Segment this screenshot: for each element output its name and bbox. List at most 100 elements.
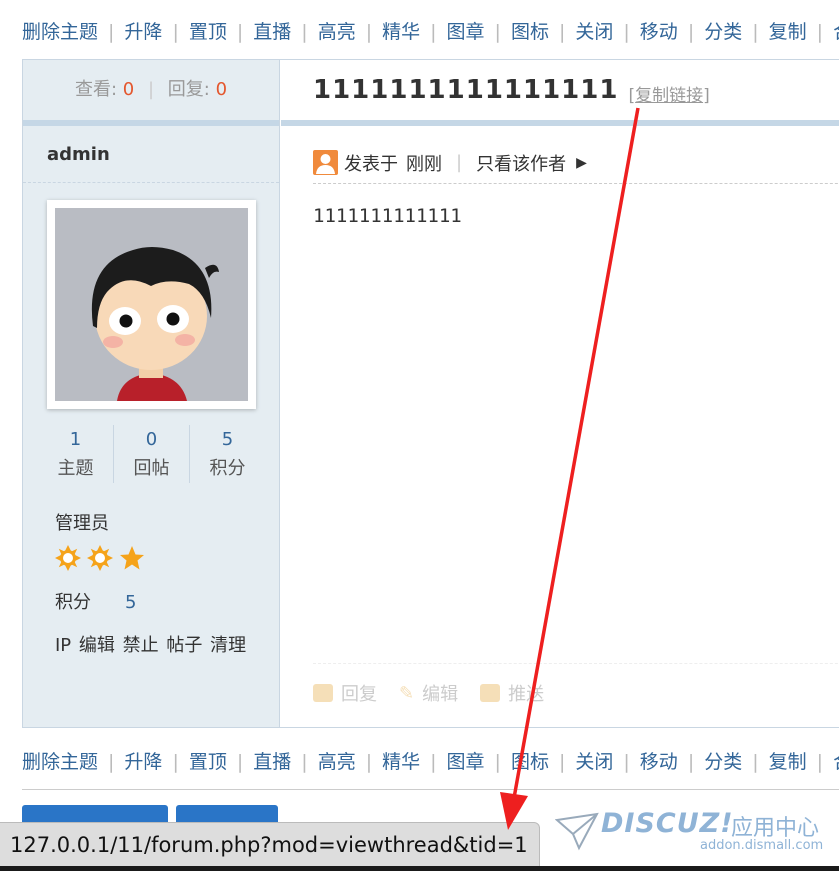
triangle-right-icon: ▶ (576, 154, 587, 171)
count-value: 1 (69, 429, 82, 450)
toolbar-separator: | (301, 751, 308, 773)
pencil-icon: ✎ (399, 682, 415, 704)
post-body: 1111111111111 (313, 205, 462, 227)
sun-icon (87, 545, 113, 571)
push-button[interactable]: 推送 (480, 680, 544, 706)
thread-header: 1111111111111111 [复制链接] (281, 60, 839, 120)
toolbar-bottom-action-5[interactable]: 精华 (382, 751, 420, 773)
toolbar-top-action-1[interactable]: 升降 (124, 21, 162, 43)
toolbar-top-action-10[interactable]: 分类 (704, 21, 742, 43)
credit-label: 积分 (55, 592, 91, 613)
user-icon (313, 150, 338, 175)
toolbar-top-action-12[interactable]: 合并 (833, 21, 839, 43)
avatar-image (55, 208, 248, 401)
toolbar-bottom-action-2[interactable]: 置顶 (189, 751, 227, 773)
count-label: 回帖 (133, 458, 170, 479)
toolbar-bottom-action-4[interactable]: 高亮 (318, 751, 356, 773)
toolbar-top-action-9[interactable]: 移动 (640, 21, 678, 43)
toolbar-bottom-action-1[interactable]: 升降 (124, 751, 162, 773)
toolbar-separator: | (752, 21, 759, 43)
toolbar-bottom-action-6[interactable]: 图章 (447, 751, 485, 773)
toolbar-separator: | (494, 21, 501, 43)
toolbar-bottom-action-0[interactable]: 删除主题 (22, 751, 98, 773)
toolbar-top-action-6[interactable]: 图章 (447, 21, 485, 43)
count-threads[interactable]: 1 主题 (38, 425, 114, 483)
admin-links: IP 编辑 禁止 帖子 清理 (55, 631, 246, 657)
author-name[interactable]: admin (23, 126, 279, 183)
toolbar-bottom-action-3[interactable]: 直播 (253, 751, 291, 773)
count-label: 主题 (57, 458, 94, 479)
toolbar-separator: | (236, 21, 244, 43)
toolbar-separator: | (172, 751, 179, 773)
thread-stats: 查看: 0 | 回复: 0 (23, 60, 279, 120)
admin-link-ban[interactable]: 禁止 (123, 635, 159, 656)
toolbar-separator: | (558, 751, 566, 773)
rank-stars (55, 545, 145, 571)
edit-button[interactable]: ✎ 编辑 (399, 680, 458, 706)
toolbar-separator: | (623, 21, 630, 43)
footer-divider (22, 789, 839, 790)
toolbar-bottom-action-9[interactable]: 移动 (640, 751, 678, 773)
posted-time: 刚刚 (406, 153, 442, 175)
toolbar-separator: | (687, 21, 695, 43)
toolbar-separator: | (301, 21, 308, 43)
copy-link-wrapper: [复制链接] (628, 81, 709, 106)
moderation-toolbar-top: 删除主题 | 升降 | 置顶 | 直播 | 高亮 | 精华 | 图章 | 图标 | 关闭 | 移动 | 分类 | 复制 | 合并 (22, 17, 839, 44)
toolbar-bottom-action-7[interactable]: 图标 (511, 751, 549, 773)
reply-button[interactable]: 回复 (313, 680, 377, 706)
author-counts: 1 主题 0 回帖 5 积分 (38, 425, 265, 483)
toolbar-separator: | (108, 21, 115, 43)
count-credits[interactable]: 5 积分 (190, 425, 265, 483)
thread-title: 1111111111111111 (313, 75, 619, 105)
count-replies[interactable]: 0 回帖 (114, 425, 190, 483)
count-value: 5 (221, 429, 234, 450)
avatar[interactable] (47, 200, 256, 409)
admin-link-ip[interactable]: IP (55, 635, 71, 656)
toolbar-separator: | (752, 751, 759, 773)
toolbar-separator: | (430, 751, 437, 773)
toolbar-bottom-action-8[interactable]: 关闭 (575, 751, 613, 773)
replies-label: 回复: (167, 79, 210, 100)
user-group[interactable]: 管理员 (55, 509, 109, 535)
admin-link-posts[interactable]: 帖子 (166, 635, 202, 656)
count-value: 0 (145, 429, 158, 450)
toolbar-top-action-11[interactable]: 复制 (769, 21, 807, 43)
watermark-url: addon.dismall.com (700, 838, 824, 853)
toolbar-separator: | (816, 21, 824, 43)
toolbar-separator: | (365, 751, 373, 773)
toolbar-top-action-8[interactable]: 关闭 (575, 21, 613, 43)
toolbar-top-action-4[interactable]: 高亮 (318, 21, 356, 43)
count-label: 积分 (209, 458, 246, 479)
toolbar-separator: | (108, 751, 115, 773)
toolbar-top-action-2[interactable]: 置顶 (189, 21, 227, 43)
admin-link-clean[interactable]: 清理 (210, 635, 246, 656)
posted-label: 发表于 (344, 153, 398, 175)
post-meta: 发表于 刚刚 | 只看该作者 ▶ (313, 142, 839, 184)
toolbar-bottom-action-11[interactable]: 复制 (769, 751, 807, 773)
header-divider-right (281, 120, 839, 126)
admin-link-edit[interactable]: 编辑 (79, 635, 115, 656)
toolbar-top-action-7[interactable]: 图标 (511, 21, 549, 43)
stats-divider: | (147, 79, 155, 100)
toolbar-top-action-0[interactable]: 删除主题 (22, 21, 98, 43)
bracket-close: ] (703, 85, 710, 106)
only-author-link[interactable]: 只看该作者 (476, 150, 566, 176)
views-label: 查看: (74, 79, 118, 100)
credit-row: 积分 5 (55, 588, 136, 614)
toolbar-separator: | (172, 21, 179, 43)
toolbar-separator: | (365, 21, 373, 43)
sun-icon (55, 545, 81, 571)
toolbar-separator: | (687, 751, 695, 773)
toolbar-separator: | (236, 751, 244, 773)
toolbar-top-action-3[interactable]: 直播 (253, 21, 291, 43)
star-icon (120, 546, 144, 570)
copy-link[interactable]: 复制链接 (635, 86, 703, 106)
toolbar-separator: | (558, 21, 566, 43)
watermark: DISCUZ! 应用中心 addon.dismall.com (555, 808, 839, 860)
browser-status-bar: 127.0.0.1/11/forum.php?mod=viewthread&ti… (0, 822, 540, 867)
toolbar-top-action-5[interactable]: 精华 (382, 21, 420, 43)
paper-plane-icon (555, 812, 599, 851)
toolbar-bottom-action-12[interactable]: 合并 (833, 751, 839, 773)
toolbar-bottom-action-10[interactable]: 分类 (704, 751, 742, 773)
reply-icon (313, 684, 333, 702)
